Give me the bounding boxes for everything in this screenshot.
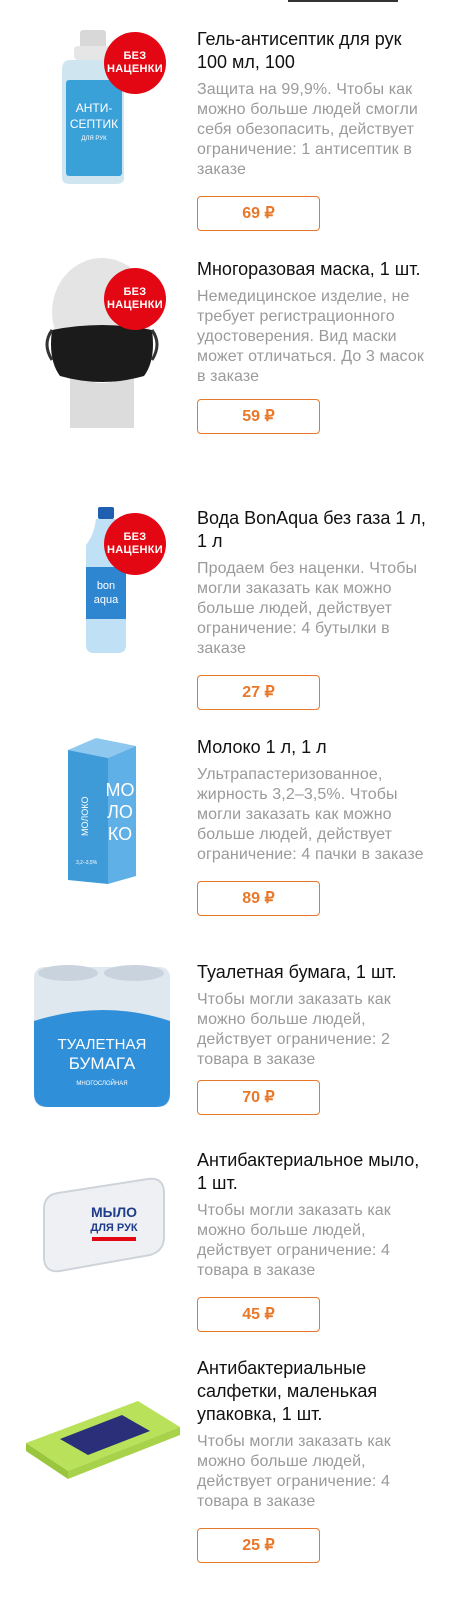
milk-carton-icon: МО ЛО КО МОЛОКО 3,2–3,5%: [68, 738, 136, 884]
sanitizer-label-1: АНТИ-: [76, 101, 113, 115]
soap-label-1: МЫЛО: [91, 1204, 137, 1220]
product-title[interactable]: Вода BonAqua без газа 1 л, 1 л: [197, 507, 429, 553]
product-title[interactable]: Антибактериальные салфетки, маленькая уп…: [197, 1357, 429, 1426]
product-image[interactable]: bon aqua БЕЗ НАЦЕНКИ: [22, 507, 182, 657]
price-button[interactable]: 25 ₽: [197, 1528, 320, 1563]
toilet-paper-label-3: МНОГОСЛОЙНАЯ: [76, 1079, 127, 1087]
bonaqua-label-2: aqua: [94, 594, 119, 606]
bonaqua-label-1: bon: [97, 580, 115, 592]
sanitizer-label-2: СЕПТИК: [70, 117, 118, 131]
soap-bar-icon: МЫЛО ДЛЯ РУК: [43, 1177, 165, 1273]
price-button[interactable]: 45 ₽: [197, 1297, 320, 1332]
product-description: Чтобы могли заказать как можно больше лю…: [197, 1433, 391, 1510]
price-button[interactable]: 70 ₽: [197, 1080, 320, 1115]
milk-label-1: МО: [106, 780, 135, 800]
no-markup-badge: БЕЗ НАЦЕНКИ: [104, 513, 166, 575]
price-button[interactable]: 69 ₽: [197, 196, 320, 231]
product-title[interactable]: Гель-антисептик для рук 100 мл, 100: [197, 28, 429, 74]
product-description: Защита на 99,9%. Чтобы как можно больше …: [197, 81, 418, 178]
product-title[interactable]: Туалетная бумага, 1 шт.: [197, 961, 429, 984]
toilet-paper-label-2: БУМАГА: [69, 1054, 136, 1073]
product-title[interactable]: Молоко 1 л, 1 л: [197, 736, 429, 759]
milk-label-2: ЛО: [107, 802, 133, 822]
product-image[interactable]: МЫЛО ДЛЯ РУК: [22, 1169, 182, 1279]
milk-side-label: МОЛОКО: [80, 797, 90, 836]
product-description: Чтобы могли заказать как можно больше лю…: [197, 991, 391, 1068]
product-image[interactable]: АНТИ- СЕПТИК ДЛЯ РУК БЕЗ НАЦЕНКИ: [22, 28, 182, 188]
product-description: Чтобы могли заказать как можно больше лю…: [197, 1202, 391, 1279]
top-divider: [288, 0, 398, 2]
product-description: Ультрапастеризованное, жирность 3,2–3,5%…: [197, 766, 424, 863]
milk-label-3: КО: [108, 824, 132, 844]
product-title[interactable]: Антибактериальное мыло, 1 шт.: [197, 1149, 429, 1195]
wet-wipes-icon: [26, 1401, 180, 1479]
toilet-paper-label-1: ТУАЛЕТНАЯ: [58, 1036, 147, 1053]
product-title[interactable]: Многоразовая маска, 1 шт.: [197, 258, 429, 281]
product-description: Продаем без наценки. Чтобы могли заказат…: [197, 560, 418, 657]
price-button[interactable]: 59 ₽: [197, 399, 320, 434]
product-image[interactable]: [22, 1387, 182, 1497]
soap-label-2: ДЛЯ РУК: [90, 1222, 138, 1234]
price-button[interactable]: 89 ₽: [197, 881, 320, 916]
product-image[interactable]: БЕЗ НАЦЕНКИ: [22, 258, 182, 428]
toilet-paper-icon: ТУАЛЕТНАЯ БУМАГА МНОГОСЛОЙНАЯ: [34, 965, 170, 1107]
price-button[interactable]: 27 ₽: [197, 675, 320, 710]
no-markup-badge: БЕЗ НАЦЕНКИ: [104, 32, 166, 94]
sanitizer-label-3: ДЛЯ РУК: [81, 136, 107, 142]
product-description: Немедицинское изделие, не требует регист…: [197, 288, 424, 385]
product-image[interactable]: МО ЛО КО МОЛОКО 3,2–3,5%: [22, 736, 182, 886]
milk-fat-label: 3,2–3,5%: [76, 860, 98, 866]
product-image[interactable]: ТУАЛЕТНАЯ БУМАГА МНОГОСЛОЙНАЯ: [22, 961, 182, 1111]
no-markup-badge: БЕЗ НАЦЕНКИ: [104, 268, 166, 330]
